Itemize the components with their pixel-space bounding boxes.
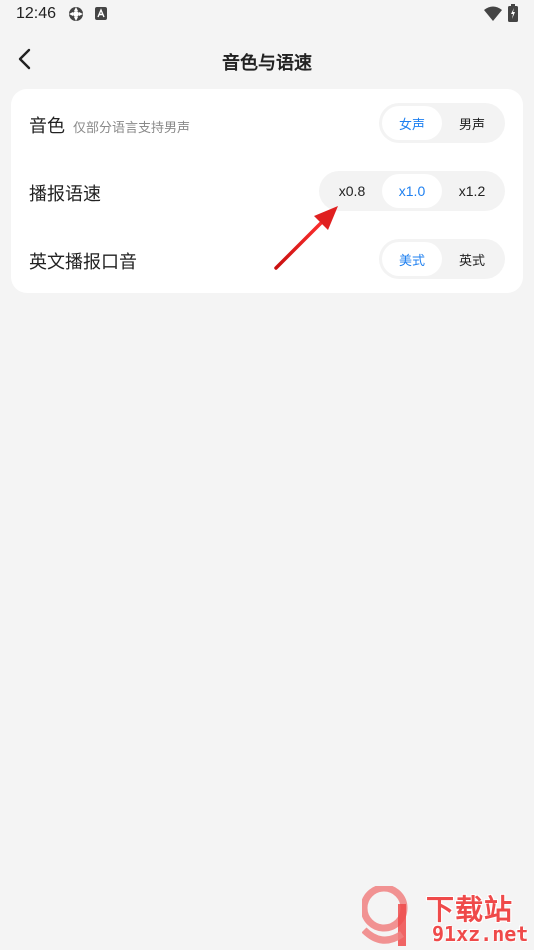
- watermark-logo-icon: [362, 886, 408, 946]
- status-bar: 12:46: [0, 0, 534, 30]
- voice-selector: 女声 男声: [379, 103, 505, 143]
- status-time: 12:46: [16, 5, 57, 22]
- a-badge-icon: [95, 7, 107, 20]
- app-notification-icon: [69, 7, 83, 21]
- accent-selector: 美式 英式: [379, 239, 505, 279]
- voice-setting-row: 音色 仅部分语言支持男声 女声 男声: [11, 89, 523, 157]
- voice-option-female[interactable]: 女声: [382, 106, 442, 140]
- speed-option-1-0[interactable]: x1.0: [382, 174, 442, 208]
- speed-setting-row: 播报语速 x0.8 x1.0 x1.2: [11, 157, 523, 225]
- voice-hint: 仅部分语言支持男声: [73, 121, 191, 136]
- accent-label: 英文播报口音: [29, 252, 137, 273]
- screen: 12:46 音色与语速 音色 仅部分语言支持男声 女声 男声 播报语速 x0.8…: [0, 0, 534, 950]
- wifi-icon: [484, 6, 502, 21]
- battery-charging-icon: [508, 4, 518, 22]
- annotation-arrow-icon: [274, 206, 338, 270]
- voice-label: 音色: [29, 116, 65, 137]
- page-title: 音色与语速: [222, 53, 312, 74]
- watermark: 下载站 91xz.net: [362, 886, 532, 948]
- speed-label: 播报语速: [29, 184, 101, 205]
- app-header: 音色与语速: [0, 30, 534, 88]
- accent-setting-row: 英文播报口音 美式 英式: [11, 225, 523, 293]
- speed-option-1-2[interactable]: x1.2: [442, 174, 502, 208]
- settings-card: 音色 仅部分语言支持男声 女声 男声 播报语速 x0.8 x1.0 x1.2 英…: [11, 89, 523, 293]
- watermark-domain: 91xz.net: [432, 922, 529, 946]
- accent-option-american[interactable]: 美式: [382, 242, 442, 276]
- voice-option-male[interactable]: 男声: [442, 106, 502, 140]
- accent-option-british[interactable]: 英式: [442, 242, 502, 276]
